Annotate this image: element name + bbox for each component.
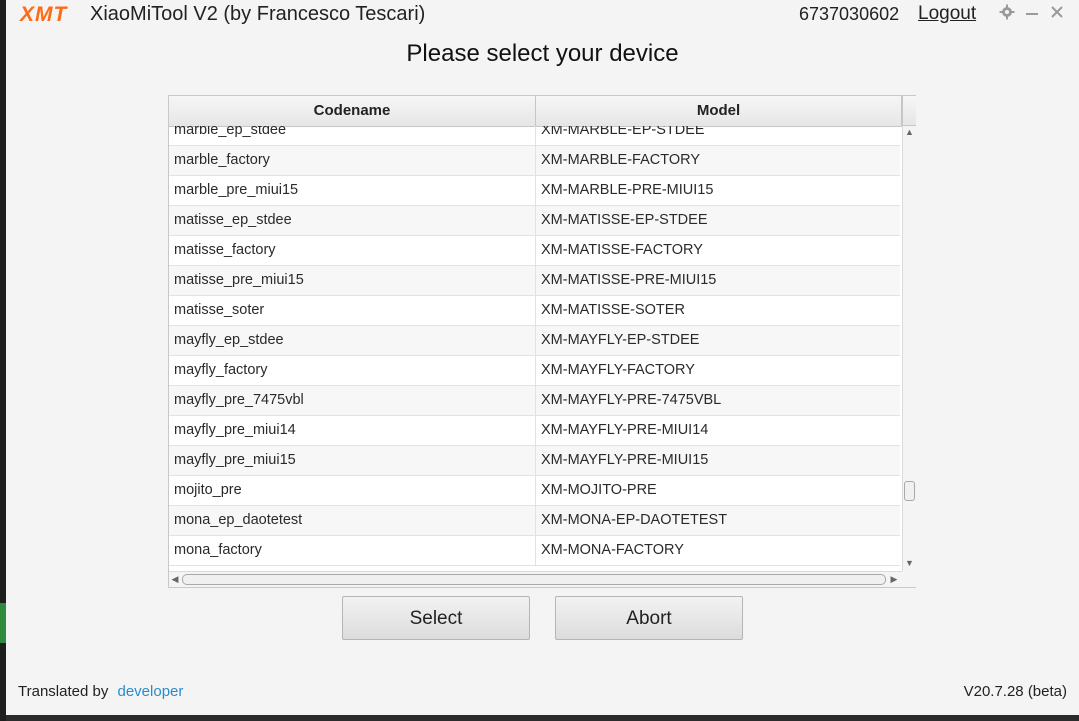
version-label: V20.7.28 (beta) xyxy=(963,683,1067,700)
header-corner xyxy=(902,96,916,126)
select-button[interactable]: Select xyxy=(342,596,530,640)
app-window: XMT XiaoMiTool V2 (by Francesco Tescari)… xyxy=(6,0,1079,715)
horizontal-scroll-thumb[interactable] xyxy=(182,574,886,585)
codename-cell: matisse_ep_stdee xyxy=(169,206,536,236)
title-bar: XMT XiaoMiTool V2 (by Francesco Tescari)… xyxy=(6,0,1079,28)
codename-cell: mayfly_pre_miui14 xyxy=(169,416,536,446)
table-row[interactable]: matisse_pre_miui15 XM-MATISSE-PRE-MIUI15 xyxy=(169,266,900,296)
codename-cell: marble_factory xyxy=(169,146,536,176)
model-cell: XM-MOJITO-PRE xyxy=(541,482,657,498)
model-cell: XM-MONA-FACTORY xyxy=(541,542,684,558)
close-icon-glyph xyxy=(1051,6,1063,18)
model-cell: XM-MAYFLY-PRE-MIUI14 xyxy=(541,422,709,438)
table-header: Codename Model xyxy=(169,96,902,127)
model-cell: XM-MATISSE-FACTORY xyxy=(541,242,703,258)
codename-cell: matisse_soter xyxy=(169,296,536,326)
codename-cell: marble_ep_stdee xyxy=(169,126,536,146)
device-table: Codename Model marble_ep_stdee XM-MARBLE… xyxy=(168,95,916,588)
table-row[interactable]: mayfly_pre_miui15 XM-MAYFLY-PRE-MIUI15 xyxy=(169,446,900,476)
scroll-corner xyxy=(902,571,916,587)
vertical-scrollbar[interactable]: ▲ ▼ xyxy=(902,126,916,571)
codename-cell: mayfly_pre_miui15 xyxy=(169,446,536,476)
model-cell: XM-MAYFLY-EP-STDEE xyxy=(541,332,700,348)
table-row[interactable]: marble_pre_miui15 XM-MARBLE-PRE-MIUI15 xyxy=(169,176,900,206)
scroll-down-icon[interactable]: ▼ xyxy=(903,557,916,569)
table-row[interactable]: mayfly_ep_stdee XM-MAYFLY-EP-STDEE xyxy=(169,326,900,356)
table-row[interactable]: matisse_ep_stdee XM-MATISSE-EP-STDEE xyxy=(169,206,900,236)
table-row[interactable]: mona_factory XM-MONA-FACTORY xyxy=(169,536,900,566)
developer-link[interactable]: developer xyxy=(118,683,184,700)
close-icon[interactable] xyxy=(1047,4,1067,24)
table-body: marble_ep_stdee XM-MARBLE-EP-STDEE marbl… xyxy=(169,126,900,571)
minimize-icon-glyph xyxy=(1026,13,1038,15)
table-row[interactable]: mayfly_pre_miui14 XM-MAYFLY-PRE-MIUI14 xyxy=(169,416,900,446)
minimize-icon[interactable] xyxy=(1022,4,1042,24)
model-cell: XM-MATISSE-SOTER xyxy=(541,302,685,318)
translation-credit: Translated by developer xyxy=(18,683,183,700)
vertical-scroll-thumb[interactable] xyxy=(904,481,915,501)
codename-cell: marble_pre_miui15 xyxy=(169,176,536,206)
scroll-left-icon[interactable]: ◀ xyxy=(169,572,181,587)
model-cell: XM-MONA-EP-DAOTETEST xyxy=(541,512,728,528)
codename-cell: mayfly_ep_stdee xyxy=(169,326,536,356)
window-title: XiaoMiTool V2 (by Francesco Tescari) xyxy=(90,3,426,25)
translated-by-label: Translated by xyxy=(18,683,109,700)
codename-cell: mojito_pre xyxy=(169,476,536,506)
model-cell: XM-MAYFLY-PRE-MIUI15 xyxy=(541,452,709,468)
table-row[interactable]: marble_ep_stdee XM-MARBLE-EP-STDEE xyxy=(169,126,900,146)
abort-button[interactable]: Abort xyxy=(555,596,743,640)
model-cell: XM-MAYFLY-PRE-7475VBL xyxy=(541,392,722,408)
horizontal-scrollbar[interactable]: ◀ ▶ xyxy=(169,571,902,587)
table-row[interactable]: mojito_pre XM-MOJITO-PRE xyxy=(169,476,900,506)
model-cell: XM-MARBLE-EP-STDEE xyxy=(541,126,705,138)
codename-cell: mona_factory xyxy=(169,536,536,566)
codename-cell: mayfly_pre_7475vbl xyxy=(169,386,536,416)
gear-icon[interactable] xyxy=(997,4,1017,24)
codename-cell: matisse_pre_miui15 xyxy=(169,266,536,296)
model-cell: XM-MATISSE-EP-STDEE xyxy=(541,212,708,228)
model-cell: XM-MARBLE-PRE-MIUI15 xyxy=(541,182,714,198)
account-id: 6737030602 xyxy=(799,4,900,24)
table-row[interactable]: mayfly_factory XM-MAYFLY-FACTORY xyxy=(169,356,900,386)
codename-cell: mona_ep_daotetest xyxy=(169,506,536,536)
gear-icon-glyph xyxy=(999,4,1015,20)
scroll-right-icon[interactable]: ▶ xyxy=(888,572,900,587)
table-row[interactable]: mayfly_pre_7475vbl XM-MAYFLY-PRE-7475VBL xyxy=(169,386,900,416)
app-logo: XMT xyxy=(20,3,68,26)
model-cell: XM-MAYFLY-FACTORY xyxy=(541,362,695,378)
table-row[interactable]: matisse_soter XM-MATISSE-SOTER xyxy=(169,296,900,326)
table-row[interactable]: mona_ep_daotetest XM-MONA-EP-DAOTETEST xyxy=(169,506,900,536)
logout-link[interactable]: Logout xyxy=(918,3,976,25)
codename-cell: matisse_factory xyxy=(169,236,536,266)
model-cell: XM-MARBLE-FACTORY xyxy=(541,152,700,168)
table-row[interactable]: marble_factory XM-MARBLE-FACTORY xyxy=(169,146,900,176)
column-header-codename[interactable]: Codename xyxy=(169,96,536,126)
column-header-model[interactable]: Model xyxy=(536,96,902,126)
codename-cell: mayfly_factory xyxy=(169,356,536,386)
table-row[interactable]: matisse_factory XM-MATISSE-FACTORY xyxy=(169,236,900,266)
model-cell: XM-MATISSE-PRE-MIUI15 xyxy=(541,272,717,288)
page-heading: Please select your device xyxy=(406,40,679,67)
scroll-up-icon[interactable]: ▲ xyxy=(903,126,916,138)
